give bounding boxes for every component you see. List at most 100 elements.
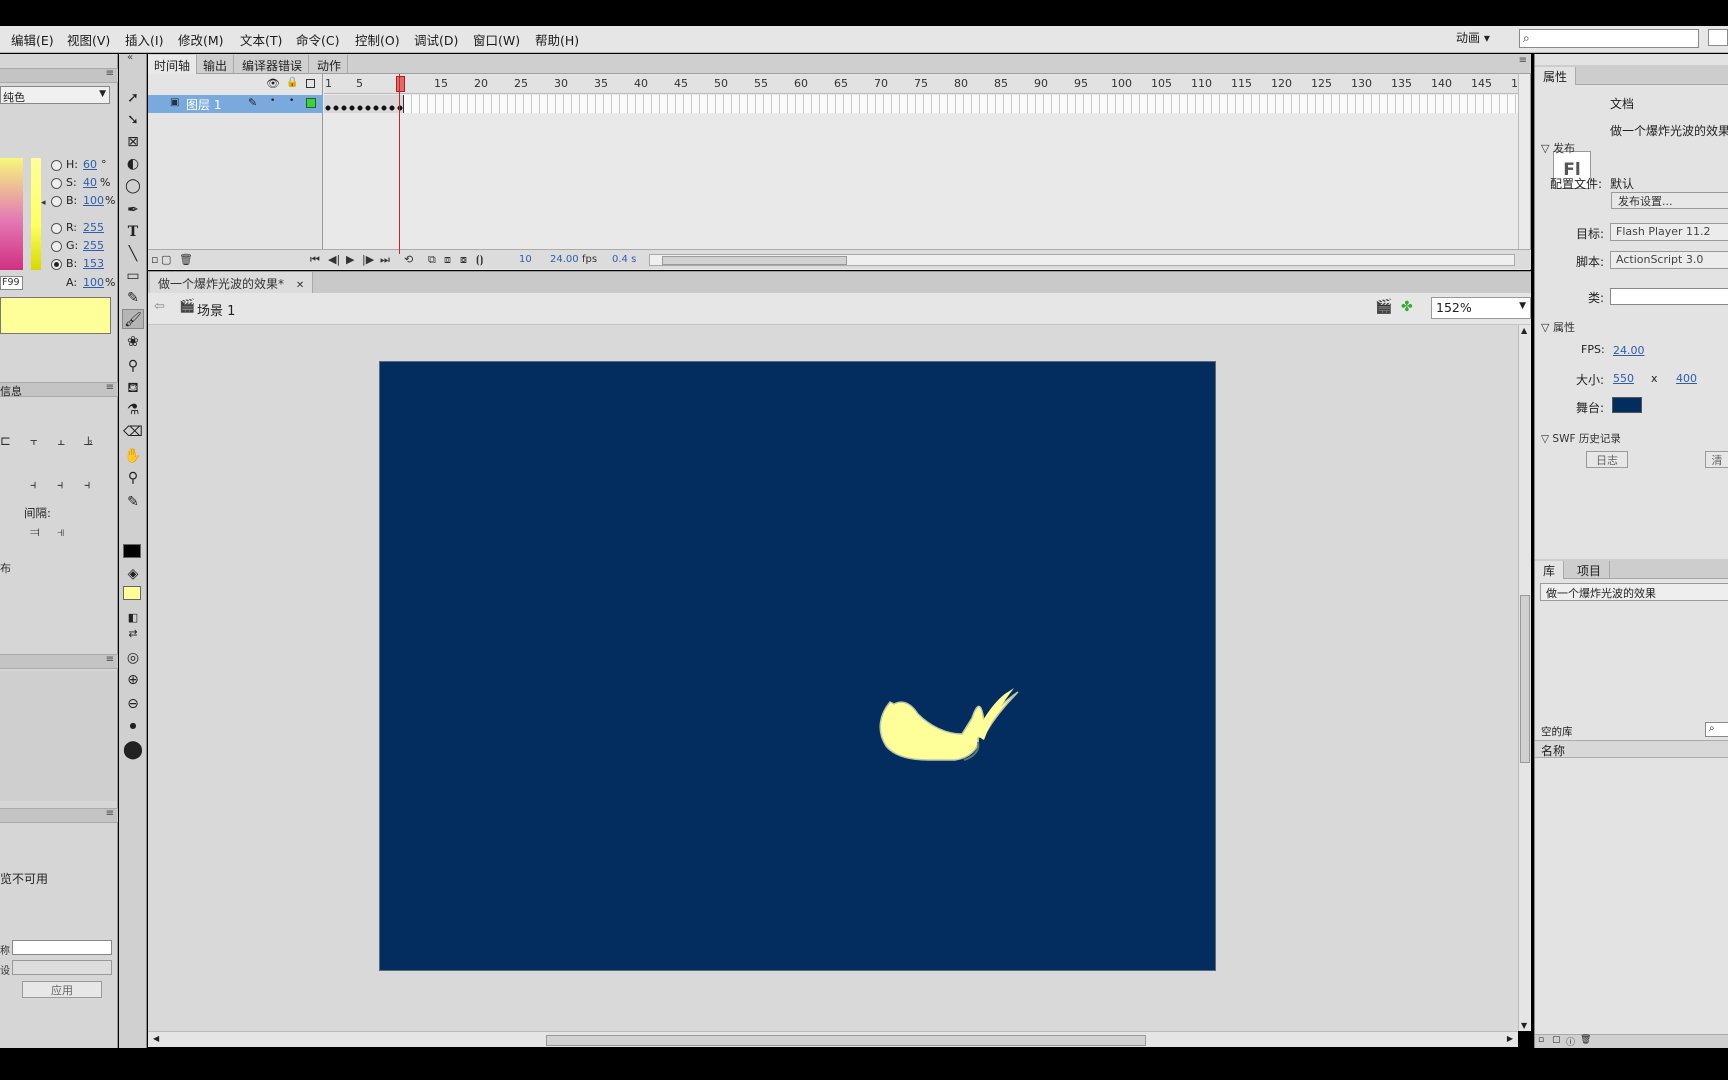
close-icon[interactable]: ✕ (296, 280, 304, 291)
brightness-slider[interactable] (31, 158, 41, 270)
frame-row[interactable] (324, 95, 1519, 113)
onion-markers-icon[interactable]: ⦗⦘ (476, 253, 483, 267)
lock-dot-icon[interactable]: • (289, 96, 294, 106)
brush-tool-icon[interactable]: 🖌 (122, 309, 144, 329)
publish-section[interactable]: ▽ 发布 (1541, 140, 1728, 156)
step-back-icon[interactable]: ◀| (328, 253, 340, 266)
current-frame-value[interactable]: 10 (519, 254, 532, 265)
new-layer-icon[interactable]: ▫ (151, 253, 158, 266)
frames-area[interactable]: 1 5 15 20 25 30 35 40 45 50 55 60 65 70 … (324, 74, 1519, 249)
menu-modify[interactable]: 修改(M) (178, 30, 224, 49)
selection-tool-icon[interactable]: ➚ (122, 88, 144, 108)
swf-history-section[interactable]: ▽ SWF 历史记录 (1541, 431, 1728, 446)
lock-fill-icon[interactable]: ⊕ (122, 670, 144, 690)
eye-icon[interactable]: 👁 (266, 77, 280, 90)
document-tab[interactable]: 做一个爆炸光波的效果* ✕ (150, 272, 314, 294)
scroll-up-icon[interactable]: ▲ (1521, 326, 1527, 335)
3d-rotation-tool-icon[interactable]: ◐ (122, 154, 144, 174)
tab-timeline[interactable]: 时间轴 (148, 55, 198, 74)
menu-edit[interactable]: 编辑(E) (11, 30, 54, 49)
layer-row[interactable]: ▣ 图层 1 ✎ • • (148, 95, 323, 113)
loop-icon[interactable]: ⟲ (404, 253, 413, 266)
r-value[interactable]: 255 (83, 221, 104, 234)
tab-project[interactable]: 项目 (1569, 561, 1611, 579)
align-panel-header[interactable]: 信息 ≡ (0, 382, 118, 398)
collapse-icon[interactable]: « (127, 52, 133, 63)
properties-section[interactable]: ▽ 属性 (1541, 319, 1728, 335)
panel-menu-icon[interactable]: ≡ (106, 382, 114, 393)
brush-shape-icon[interactable]: ⬤ (122, 740, 144, 760)
fps-field[interactable]: 24.00 (1613, 344, 1645, 357)
panel-menu-icon[interactable]: ≡ (106, 654, 114, 665)
menu-text[interactable]: 文本(T) (240, 30, 282, 49)
preset-select[interactable] (12, 960, 112, 975)
stage-color-swatch[interactable] (1612, 397, 1642, 413)
edit-multiple-icon[interactable]: ⧇ (460, 253, 467, 267)
brush-size-small-icon[interactable]: ● (122, 716, 144, 736)
step-forward-icon[interactable]: |▶ (362, 253, 374, 266)
log-button[interactable]: 日志 (1586, 451, 1628, 468)
name-input[interactable] (12, 940, 112, 955)
line-tool-icon[interactable]: ╲ (122, 244, 144, 264)
menu-commands[interactable]: 命令(C) (296, 30, 339, 49)
alpha-value[interactable]: 100 (83, 276, 104, 289)
subselection-tool-icon[interactable]: ➘ (122, 110, 144, 130)
tab-properties[interactable]: 属性 (1535, 67, 1577, 85)
color-type-select[interactable]: 纯色 ▼ (0, 86, 110, 104)
clear-button[interactable]: 清 (1705, 451, 1728, 468)
panel-menu-icon[interactable]: ≡ (106, 68, 114, 79)
frame-ruler[interactable]: 1 5 15 20 25 30 35 40 45 50 55 60 65 70 … (324, 74, 1519, 94)
script-select[interactable]: ActionScript 3.0 (1610, 251, 1728, 269)
layer-name[interactable]: 图层 1 (186, 96, 221, 113)
first-frame-icon[interactable]: ⏮ (310, 253, 320, 267)
minimize-button[interactable] (1708, 29, 1728, 46)
outline-icon[interactable] (306, 79, 315, 88)
tab-compiler-errors[interactable]: 编译器错误 (236, 55, 310, 74)
s-value[interactable]: 40 (83, 176, 97, 189)
fill-bucket-icon[interactable]: ◈ (122, 564, 144, 584)
menu-control[interactable]: 控制(O) (355, 30, 400, 49)
color-panel-header[interactable]: ≡ (0, 68, 118, 83)
scroll-thumb[interactable] (1520, 595, 1530, 763)
new-symbol-icon[interactable]: ▫ (1538, 1035, 1544, 1045)
lock-icon[interactable]: 🔒 (286, 77, 298, 88)
delete-layer-icon[interactable]: 🗑 (179, 253, 193, 266)
new-folder-icon[interactable]: ▢ (1552, 1035, 1561, 1045)
play-icon[interactable]: ▶ (346, 253, 354, 266)
apply-button[interactable]: 应用 (22, 981, 102, 998)
menu-help[interactable]: 帮助(H) (535, 30, 579, 49)
height-field[interactable]: 400 (1676, 372, 1697, 385)
paint-bucket-tool-icon[interactable]: ⛾ (122, 378, 144, 398)
visible-dot-icon[interactable]: • (270, 96, 275, 106)
stage-horizontal-scrollbar[interactable]: ◀ ▶ (148, 1031, 1518, 1047)
panel-menu-icon[interactable]: ≡ (106, 808, 114, 819)
b-value[interactable]: 100 (83, 194, 104, 207)
onion-skin-icon[interactable]: ⧉ (428, 253, 436, 267)
last-frame-icon[interactable]: ⏭ (380, 253, 390, 267)
align-left-icon[interactable]: ⊏ (0, 434, 11, 449)
menu-window[interactable]: 窗口(W) (473, 30, 520, 49)
onion-outline-icon[interactable]: ⧈ (444, 253, 451, 267)
zoom-select[interactable]: 152% ▼ (1431, 297, 1531, 319)
keyframes-span[interactable] (324, 95, 404, 113)
bone-tool-icon[interactable]: ⚲ (122, 356, 144, 376)
preview-panel-header[interactable]: ≡ (0, 808, 118, 823)
library-search-input[interactable]: ⌕ (1705, 722, 1728, 737)
menu-debug[interactable]: 调试(D) (414, 30, 458, 49)
scroll-right-icon[interactable]: ▶ (1507, 1034, 1513, 1043)
distribute-right-icon[interactable]: ⫞ (84, 478, 91, 493)
free-transform-tool-icon[interactable]: ⊠ (122, 132, 144, 152)
tab-actions[interactable]: 动作 (311, 55, 349, 74)
elapsed-time[interactable]: 0.4 s (612, 254, 636, 265)
layer-outline-color[interactable] (306, 98, 316, 108)
pencil-tool-icon[interactable]: ✎ (122, 288, 144, 308)
eraser-tool-icon[interactable]: ⌫ (122, 422, 144, 442)
brush-stroke-shape[interactable] (380, 362, 1217, 972)
align-top-icon[interactable]: ⫟ (30, 434, 38, 449)
text-tool-icon[interactable]: T (122, 222, 144, 242)
menu-insert[interactable]: 插入(I) (125, 30, 163, 49)
space-vertical-icon[interactable]: ⫤ (30, 525, 40, 540)
stroke-color-swatch[interactable] (123, 544, 141, 558)
timeline-horizontal-scrollbar[interactable] (649, 254, 1515, 266)
delete-icon[interactable]: 🗑 (1580, 1035, 1591, 1045)
